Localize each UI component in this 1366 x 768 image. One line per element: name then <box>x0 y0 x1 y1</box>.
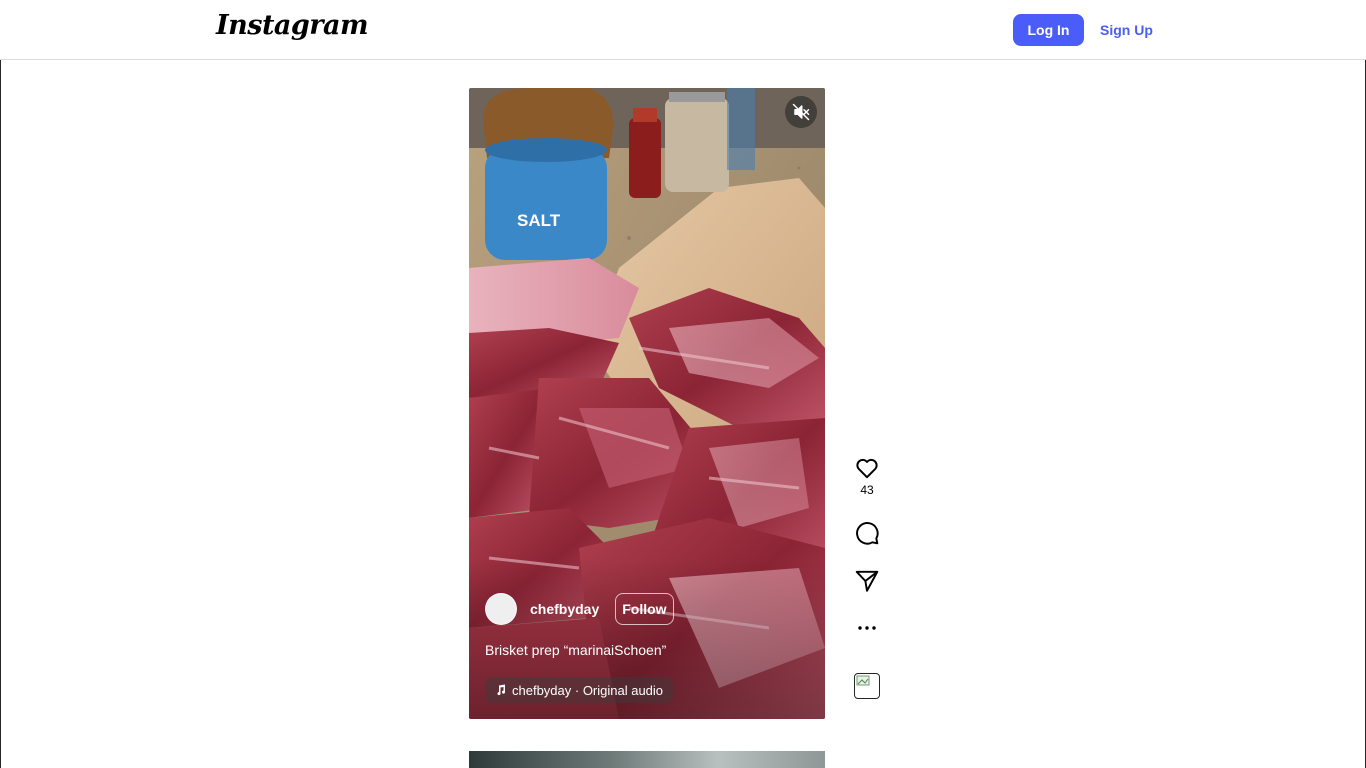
audio-thumbnail[interactable] <box>854 673 880 699</box>
comment-button[interactable] <box>850 520 884 546</box>
comment-icon <box>856 522 879 545</box>
reel-caption: Brisket prep “marinaiSchoen” <box>485 642 667 658</box>
top-navbar: Instagram Log In Sign Up <box>0 0 1366 60</box>
salt-label: SALT <box>517 211 561 230</box>
avatar[interactable] <box>485 593 517 625</box>
like-button[interactable]: 43 <box>850 455 884 497</box>
signup-button[interactable]: Sign Up <box>1094 14 1159 46</box>
follow-button[interactable]: Follow <box>615 593 674 625</box>
like-count: 43 <box>860 483 874 497</box>
author-name[interactable]: chefbyday <box>530 601 599 617</box>
reel-author-row: chefbyday Follow <box>485 593 674 625</box>
audio-link[interactable]: chefbyday · Original audio <box>485 677 674 703</box>
login-button[interactable]: Log In <box>1013 14 1084 46</box>
more-options-button[interactable] <box>850 623 884 633</box>
more-icon <box>858 626 876 630</box>
heart-icon <box>856 458 878 479</box>
music-note-icon <box>497 684 506 696</box>
reel-video[interactable]: SALT chefbyday Follow Brisket prep “mari… <box>469 88 825 719</box>
next-reel-preview[interactable] <box>469 751 825 768</box>
mute-button[interactable] <box>785 96 817 128</box>
instagram-logo[interactable]: Instagram <box>216 10 369 41</box>
send-icon <box>855 570 879 592</box>
audio-label: chefbyday · Original audio <box>512 682 664 698</box>
broken-image-icon <box>856 675 870 686</box>
page-border-left <box>0 60 1 768</box>
speaker-muted-icon <box>792 103 810 121</box>
share-button[interactable] <box>850 568 884 594</box>
